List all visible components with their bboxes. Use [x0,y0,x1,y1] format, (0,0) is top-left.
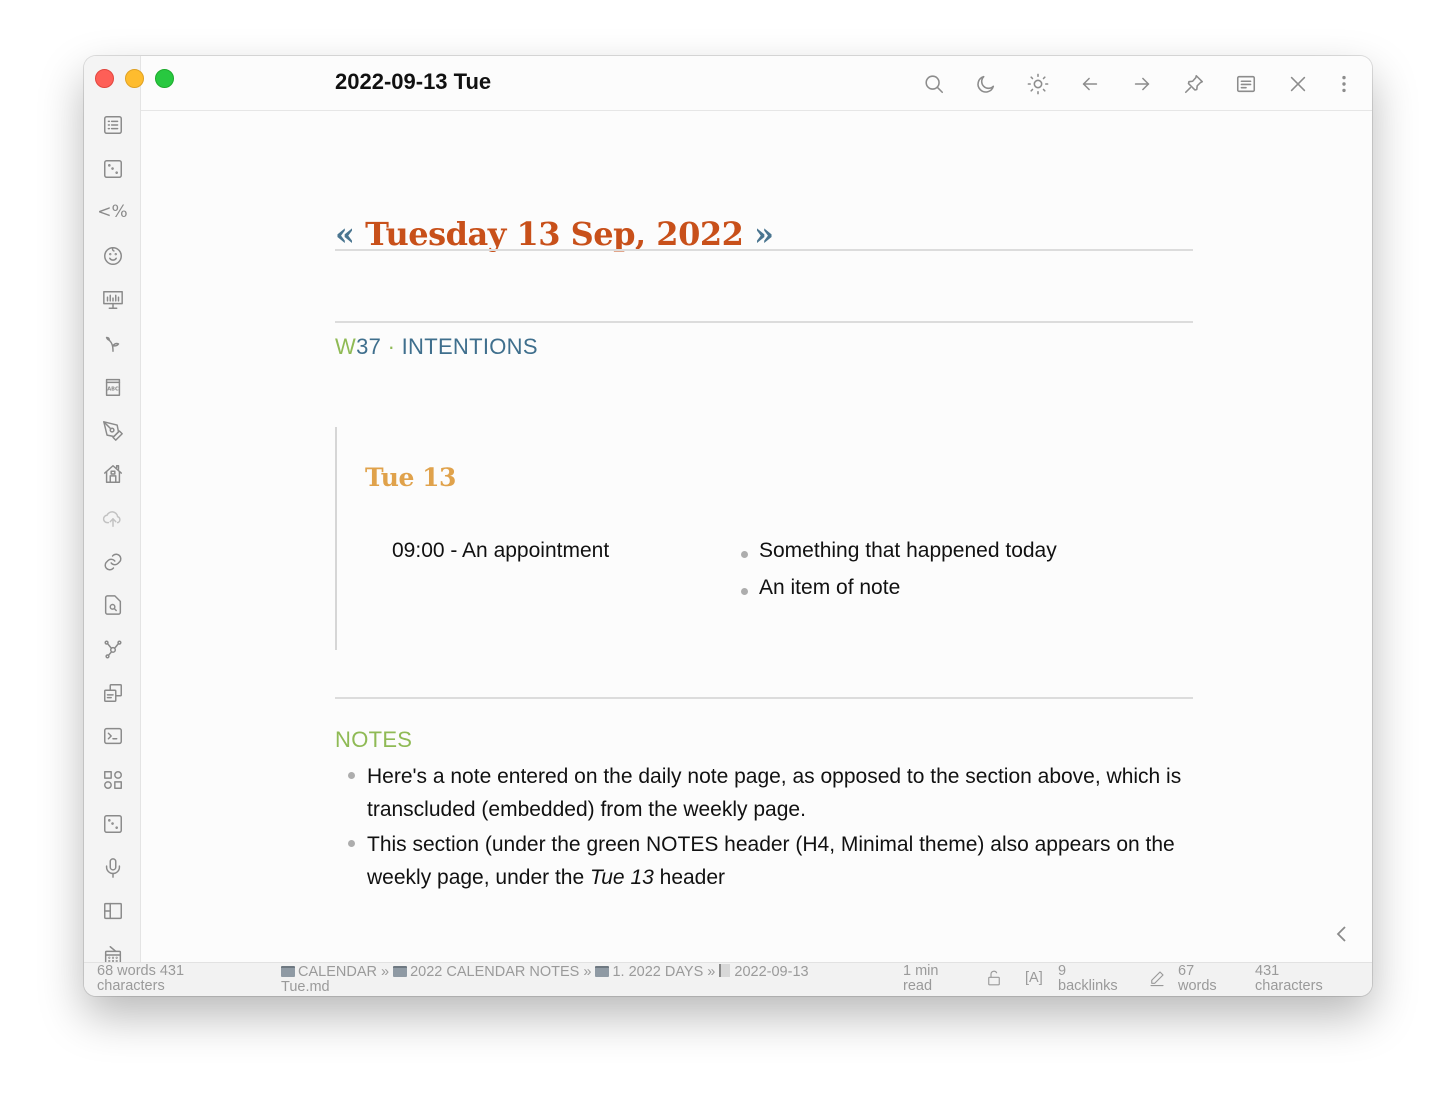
search-icon [925,75,944,94]
language-indicator[interactable]: [A] [1025,971,1043,986]
unlock-icon [988,970,1000,986]
arrow-right-icon [1134,77,1150,91]
week-label: INTENTIONS [401,334,538,359]
breadcrumb-item[interactable]: CALENDAR [298,964,377,980]
expand-right-sidebar-button[interactable] [1330,922,1354,946]
week-prefix: W [335,334,357,359]
characters-count: 431 characters [1255,963,1323,994]
dictionary-icon[interactable]: ABC [84,365,141,409]
divider [335,249,1193,251]
presentation-icon[interactable] [84,278,141,322]
navigate-forward-button[interactable] [1116,67,1168,101]
list-item: Something that happened today [739,539,1057,576]
navigate-back-button[interactable] [1064,67,1116,101]
folder-icon [393,966,408,977]
svg-text:ABC: ABC [107,387,119,393]
reading-view-button[interactable] [1220,67,1272,101]
file-search-icon[interactable] [84,584,141,628]
arrow-left-icon [1082,77,1098,91]
reading-view-icon [1236,75,1256,93]
word-count-status: 68 words 431 characters [97,963,185,994]
chevron-left-icon [1336,926,1346,942]
pen-tool-icon[interactable] [84,409,141,453]
emoji-icon[interactable] [84,234,141,278]
home-icon[interactable] [84,453,141,497]
folder-icon [281,966,295,977]
light-mode-button[interactable] [1012,67,1064,101]
appointment-text: 09:00 - An appointment [392,539,610,562]
lock-toggle[interactable] [985,969,1003,991]
random-note-icon[interactable] [84,147,141,191]
search-button[interactable] [908,67,960,101]
sprout-icon[interactable] [84,321,141,365]
more-options-button[interactable] [1324,67,1364,101]
app-window: <% ABC 2022-09-13 Tue « Tuesday 13 Sep, … [84,56,1372,996]
maximize-window-button[interactable] [155,69,174,88]
italic-text: Tue 13 [589,866,654,889]
moon-icon [977,75,995,93]
words-count: 67 words [1178,963,1217,994]
breadcrumb-item[interactable]: 2022 CALENDAR NOTES [410,964,579,980]
more-options-icon [1342,75,1346,93]
close-icon [1290,76,1306,92]
sun-icon [1027,73,1049,95]
previous-day-link[interactable]: « [335,215,355,253]
copy-icon[interactable] [84,671,141,715]
apps-grid-icon[interactable] [84,758,141,802]
week-separator: · [381,334,402,359]
window-controls [95,69,174,88]
divider [335,321,1193,323]
status-bar: 68 words 431 characters CALENDAR » 2022 … [84,962,1372,996]
breadcrumb-item[interactable]: 2022-09-13 [734,964,808,980]
embed-bullet-list: Something that happened today An item of… [739,539,1057,613]
notes-list: Here's a note entered on the daily note … [346,760,1186,896]
note-title[interactable]: 2022-09-13 Tue [335,69,491,95]
divider [335,697,1193,699]
view-header: 2022-09-13 Tue [141,56,1372,111]
close-tab-button[interactable] [1272,67,1324,101]
breadcrumb-item[interactable]: 1. 2022 DAYS [612,964,703,980]
terminal-icon[interactable] [84,715,141,759]
dark-mode-button[interactable] [960,67,1012,101]
file-icon [719,964,731,977]
random-note-icon-2[interactable] [84,802,141,846]
next-day-link[interactable]: » [754,215,774,253]
embed-heading: Tue 13 [365,463,456,492]
left-ribbon: <% ABC [84,56,174,965]
embedded-section: Tue 13 09:00 - An appointment Something … [335,427,1193,650]
breadcrumb: CALENDAR » 2022 CALENDAR NOTES » 1. 2022… [281,964,871,995]
week-intentions-heading: W37 · INTENTIONS [335,334,538,360]
graph-icon[interactable] [84,627,141,671]
templater-icon[interactable]: <% [84,190,141,234]
close-window-button[interactable] [95,69,114,88]
list-item: This section (under the green NOTES head… [346,828,1186,894]
list-item: An item of note [739,576,1057,613]
minimize-window-button[interactable] [125,69,144,88]
pencil-icon [1150,971,1164,987]
edit-status[interactable] [1148,969,1166,991]
notes-heading: NOTES [335,727,413,752]
folder-icon [595,966,610,977]
list-item: Here's a note entered on the daily note … [346,760,1186,826]
breadcrumb-item[interactable]: Tue.md [281,980,871,995]
pin-button[interactable] [1168,67,1220,101]
pin-icon [1184,74,1204,94]
date-heading: « Tuesday 13 Sep, 2022 » [335,215,774,253]
week-number-link[interactable]: 37 [356,334,381,359]
read-time-status: 1 min read [903,963,939,994]
backlinks-count[interactable]: 9 backlinks [1058,964,1118,994]
cloud-upload-icon[interactable] [84,496,141,540]
date-heading-text: Tuesday 13 Sep, 2022 [365,215,744,253]
header-actions [908,67,1364,101]
layout-icon[interactable] [84,889,141,933]
link-icon[interactable] [84,540,141,584]
microphone-icon[interactable] [84,846,141,890]
outline-list-icon[interactable] [84,103,141,147]
